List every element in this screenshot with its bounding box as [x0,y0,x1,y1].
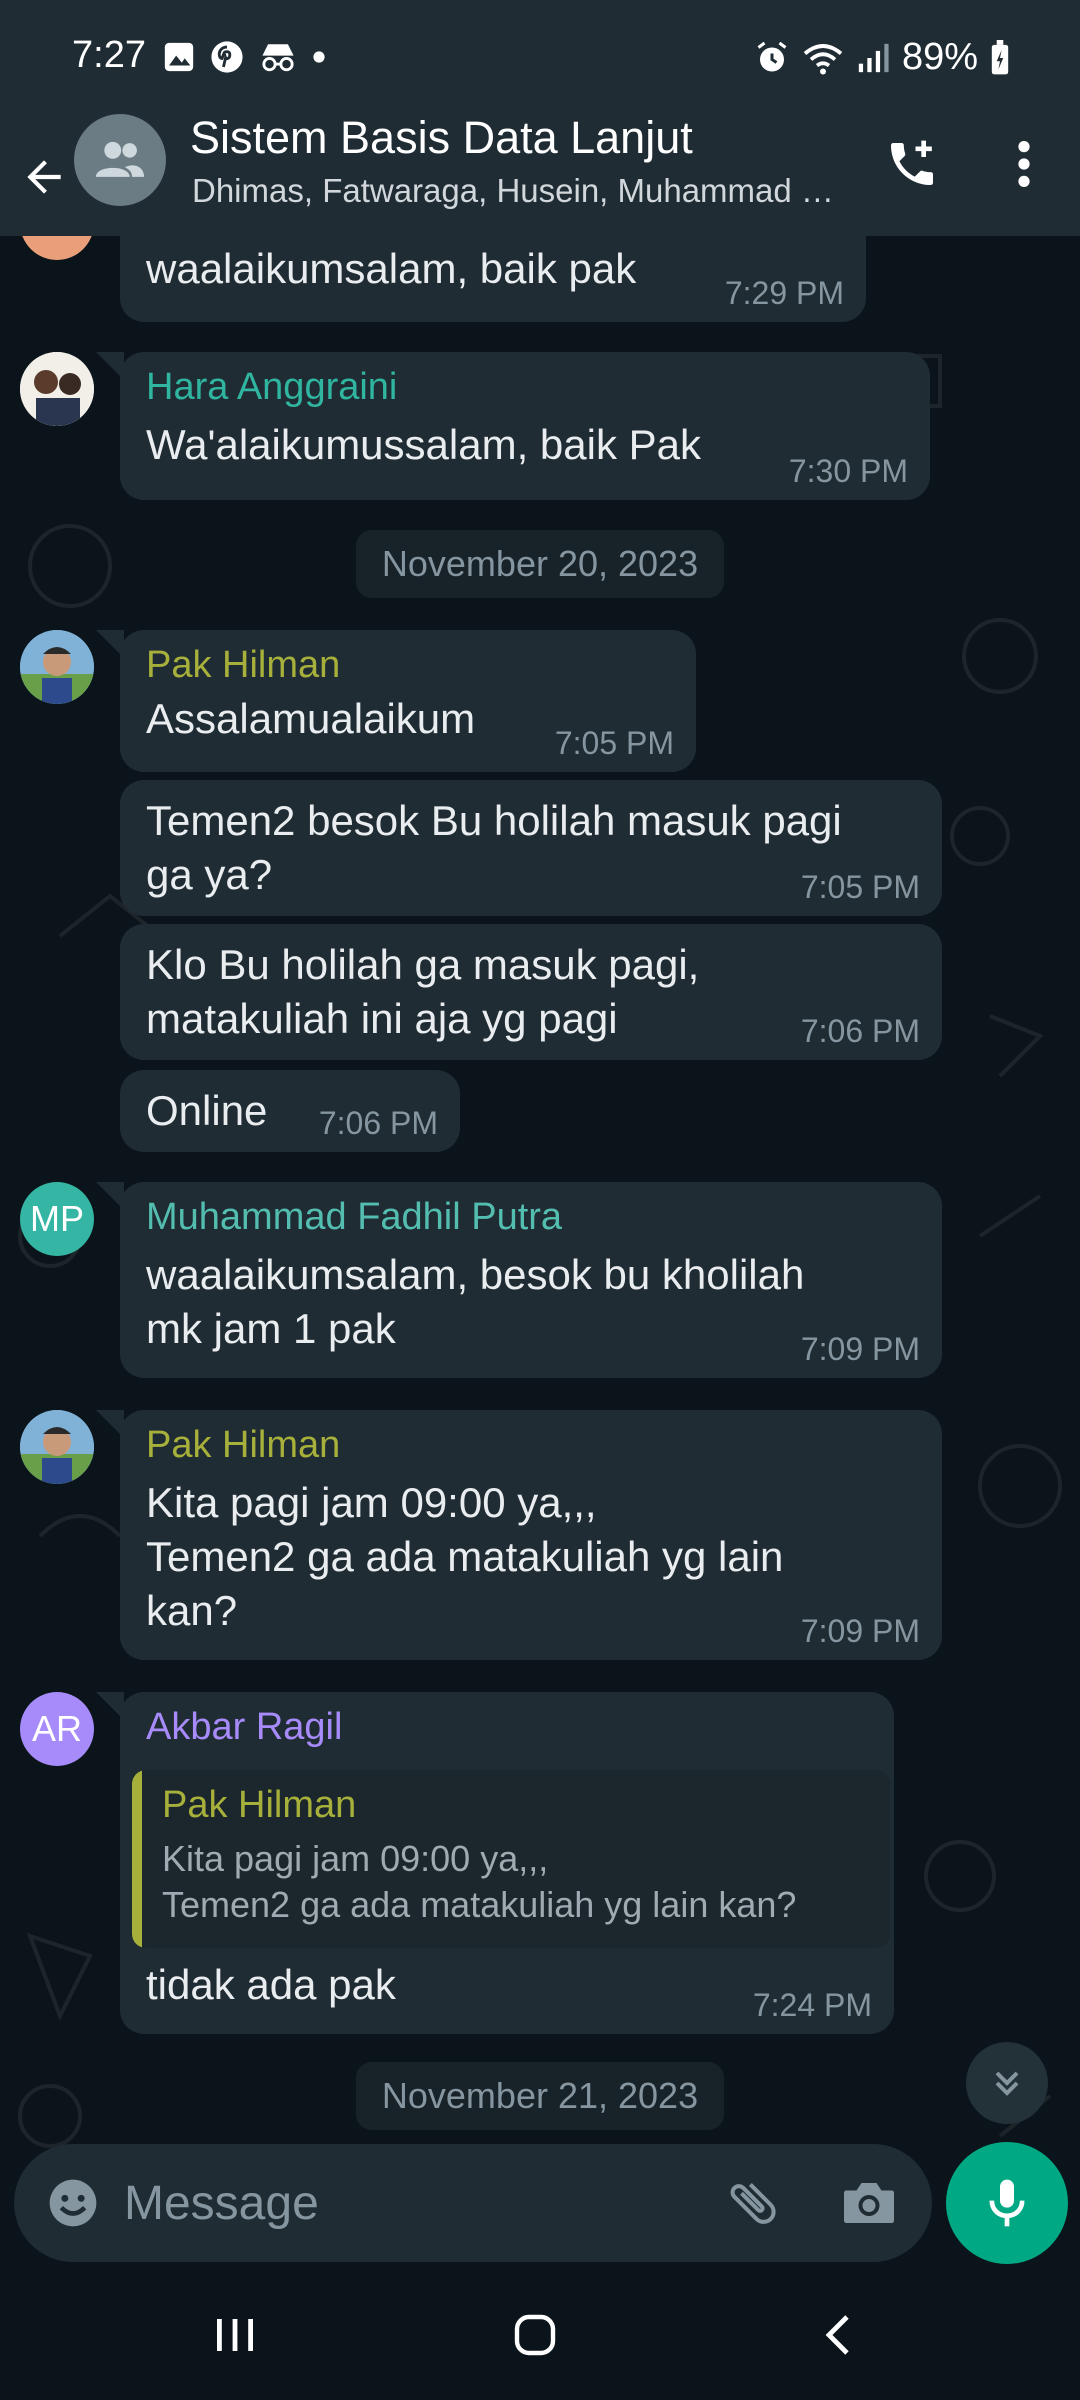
message-text: waalaikumsalam, baik pak [146,245,637,292]
home-button[interactable] [480,2290,590,2380]
date-divider: November 20, 2023 [356,530,724,598]
back-nav-icon [825,2315,849,2355]
message-time: 7:24 PM [752,1987,872,2023]
sender-avatar[interactable] [20,1410,94,1484]
message-text: Klo Bu holilah ga masuk pagi, matakuliah… [146,941,700,1042]
profile-photo [20,1410,94,1484]
incognito-notification-icon [262,44,294,72]
date-divider: November 21, 2023 [356,2062,724,2130]
battery-percentage: 89% [901,36,978,78]
sender-name[interactable]: Muhammad Fadhil Putra [146,1196,562,1239]
back-button[interactable] [14,140,74,214]
message-bubble[interactable]: Akbar Ragil Pak Hilman Kita pagi jam 09:… [120,1692,894,2034]
double-chevron-down-icon [995,2071,1019,2096]
message-text: Wa'alaikumussalam, baik Pak [146,421,702,468]
back-nav-button[interactable] [784,2290,894,2380]
group-avatar[interactable] [74,114,166,206]
signal-icon [858,43,889,72]
message-composer [14,2144,932,2262]
message-text: Online [146,1087,268,1134]
sender-avatar[interactable]: MP [20,1182,94,1256]
message-text: waalaikumsalam, besok bu kholilah mk jam… [146,1251,805,1352]
attach-icon [730,2183,776,2224]
emoji-button[interactable] [42,2172,104,2234]
group-icon [95,141,145,177]
sender-name[interactable]: Hara Anggraini [146,366,397,409]
quoted-sender-name: Pak Hilman [162,1784,357,1826]
sender-name[interactable]: Pak Hilman [146,1424,340,1467]
sender-name[interactable]: Akbar Ragil [146,1706,342,1749]
message-bubble[interactable]: Online 7:06 PM [120,1070,460,1152]
attach-button[interactable] [720,2170,786,2236]
message-time: 7:09 PM [800,1613,920,1649]
message-time: 7:05 PM [554,725,674,761]
message-bubble[interactable]: Hara Anggraini Wa'alaikumussalam, baik P… [120,352,930,500]
quoted-message[interactable]: Pak Hilman Kita pagi jam 09:00 ya,,, Tem… [132,1770,890,1948]
message-time: 7:06 PM [318,1105,438,1141]
chat-title[interactable]: Sistem Basis Data Lanjut [190,112,693,164]
message-bubble[interactable]: Muhammad Fadhil Putra waalaikumsalam, be… [120,1182,942,1378]
sender-avatar[interactable]: AR [20,1692,94,1766]
sender-avatar[interactable] [20,352,94,426]
gallery-notification-icon [164,42,194,72]
chat-participants[interactable]: Dhimas, Fatwaraga, Husein, Muhammad Fadh… [192,172,842,210]
pinterest-notification-icon [211,41,243,73]
message-time: 7:06 PM [800,1013,920,1049]
message-bubble[interactable]: Klo Bu holilah ga masuk pagi, matakuliah… [120,924,942,1060]
message-bubble[interactable]: waalaikumsalam, baik pak 7:29 PM [120,236,866,322]
quoted-text: Kita pagi jam 09:00 ya,,, Temen2 ga ada … [162,1838,797,1925]
avatar-initials: MP [30,1198,84,1239]
message-bubble[interactable]: Pak Hilman Kita pagi jam 09:00 ya,,, Tem… [120,1410,942,1660]
message-list[interactable]: waalaikumsalam, baik pak 7:29 PM Hara An… [0,236,1080,2270]
message-time: 7:30 PM [788,453,908,489]
back-arrow-icon [27,160,61,194]
camera-icon [844,2183,894,2223]
status-notification-icons [162,40,326,74]
add-call-button[interactable] [876,128,948,200]
status-time: 7:27 [72,34,146,76]
status-bar: 7:27 89% [0,0,1080,118]
message-text: tidak ada pak [146,1961,396,2008]
mic-icon [989,2179,1025,2227]
sender-name[interactable]: Pak Hilman [146,644,340,687]
message-input[interactable] [124,2162,684,2244]
sender-avatar[interactable] [20,630,94,704]
more-options-button[interactable] [1000,128,1048,200]
message-time: 7:09 PM [800,1331,920,1367]
avatar-initials: AR [31,1708,82,1749]
quote-accent-bar [132,1770,142,1948]
home-icon [514,2314,556,2356]
message-text: Temen2 besok Bu holilah masuk pagi ga ya… [146,797,842,898]
add-call-icon [891,140,933,185]
message-bubble[interactable]: Pak Hilman Assalamualaikum 7:05 PM [120,630,696,772]
wifi-icon [803,43,843,74]
recents-button[interactable] [180,2290,290,2380]
message-text: Assalamualaikum [146,695,476,742]
recents-icon [217,2319,253,2351]
battery-charging-icon [991,39,1009,74]
alarm-icon [757,41,787,71]
message-time: 7:29 PM [724,275,844,311]
scroll-to-bottom-button[interactable] [966,2042,1048,2124]
camera-button[interactable] [836,2170,902,2236]
message-bubble[interactable]: Temen2 besok Bu holilah masuk pagi ga ya… [120,780,942,916]
message-time: 7:05 PM [800,869,920,905]
message-text: Kita pagi jam 09:00 ya,,, Temen2 ga ada … [146,1479,784,1634]
status-system-icons: 89% [754,36,1010,79]
emoji-icon [49,2179,97,2227]
system-navigation-bar [0,2270,1080,2400]
more-vert-icon [1018,141,1030,187]
voice-message-button[interactable] [946,2142,1068,2264]
more-notifications-dot-icon [313,51,325,63]
profile-photo [20,352,94,426]
profile-photo [20,630,94,704]
